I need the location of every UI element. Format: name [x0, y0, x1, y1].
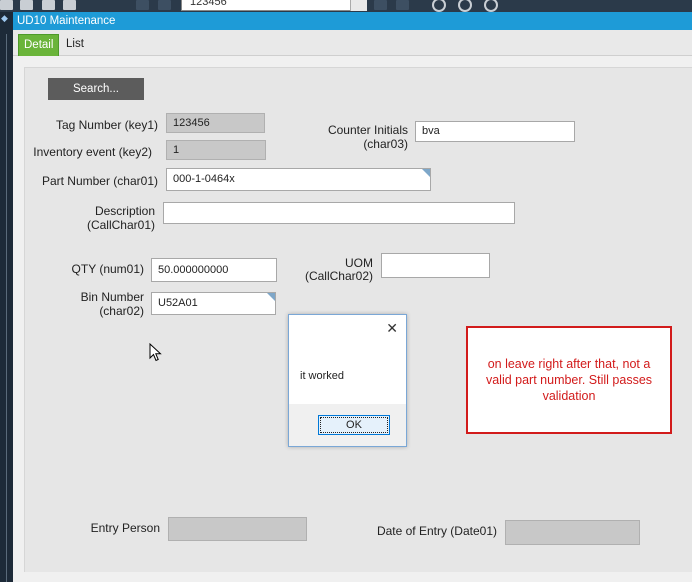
date-of-entry-field[interactable] — [505, 520, 640, 545]
delete-icon[interactable] — [484, 0, 498, 12]
counter-initials-label: Counter Initials — [327, 123, 408, 137]
uom-field[interactable] — [381, 253, 490, 278]
next-record-icon[interactable] — [374, 0, 387, 10]
toolbar: 123456 — [0, 0, 692, 12]
tab-list[interactable]: List — [61, 34, 89, 56]
uom-sublabel: (CallChar02) — [304, 269, 373, 283]
dialog-footer: OK — [289, 404, 406, 446]
bin-number-sublabel: (char02) — [99, 304, 144, 318]
left-panel-strip: ◆ — [0, 12, 13, 582]
entry-person-label: Entry Person — [90, 521, 160, 535]
close-icon[interactable]: ✕ — [386, 321, 398, 335]
search-indicator-icon — [267, 293, 275, 301]
copy-icon[interactable] — [0, 0, 13, 10]
pin-icon[interactable]: ◆ — [1, 13, 11, 23]
ok-button[interactable]: OK — [318, 415, 390, 435]
refresh-icon[interactable] — [458, 0, 472, 12]
qty-label: QTY (num01) — [71, 262, 144, 276]
bin-number-field[interactable]: U52A01 — [151, 292, 276, 315]
part-number-label: Part Number (char01) — [41, 174, 158, 188]
message-dialog: ✕ it worked OK — [288, 314, 407, 447]
record-dropdown-button[interactable] — [350, 0, 367, 11]
inventory-event-label: Inventory event (key2) — [33, 145, 152, 159]
previous-record-icon[interactable] — [158, 0, 171, 10]
paste-icon[interactable] — [63, 0, 76, 10]
tab-bar: Detail List — [13, 30, 692, 56]
counter-initials-field[interactable]: bva — [415, 121, 575, 142]
date-of-entry-label: Date of Entry (Date01) — [376, 524, 497, 538]
description-label: Description — [94, 204, 155, 218]
tag-number-field[interactable]: 123456 — [166, 113, 265, 133]
part-number-field[interactable]: 000-1-0464x — [166, 168, 431, 191]
tag-number-label: Tag Number (key1) — [55, 118, 158, 132]
divider — [6, 34, 7, 582]
new-icon[interactable] — [42, 0, 55, 10]
inventory-event-field[interactable]: 1 — [166, 140, 266, 160]
search-indicator-icon — [422, 169, 430, 177]
first-record-icon[interactable] — [136, 0, 149, 10]
window-title: UD10 Maintenance — [13, 12, 692, 30]
counter-initials-sublabel: (char03) — [363, 137, 408, 151]
dialog-message: it worked — [300, 370, 345, 382]
description-field[interactable] — [163, 202, 515, 224]
record-navigator-input[interactable]: 123456 — [181, 0, 367, 11]
tab-detail[interactable]: Detail — [18, 34, 60, 56]
search-button[interactable]: Search... — [48, 78, 144, 100]
annotation-note: on leave right after that, not a valid p… — [466, 326, 672, 434]
qty-field[interactable]: 50.000000000 — [151, 258, 277, 282]
mouse-cursor-icon — [149, 343, 162, 362]
bin-number-value: U52A01 — [158, 297, 198, 309]
save-icon[interactable] — [20, 0, 33, 10]
part-number-value: 000-1-0464x — [173, 173, 235, 185]
entry-person-field[interactable] — [168, 517, 307, 541]
description-sublabel: (CallChar01) — [86, 218, 155, 232]
back-icon[interactable] — [432, 0, 446, 12]
bin-number-label: Bin Number — [80, 290, 144, 304]
last-record-icon[interactable] — [396, 0, 409, 10]
uom-label: UOM — [345, 256, 373, 270]
